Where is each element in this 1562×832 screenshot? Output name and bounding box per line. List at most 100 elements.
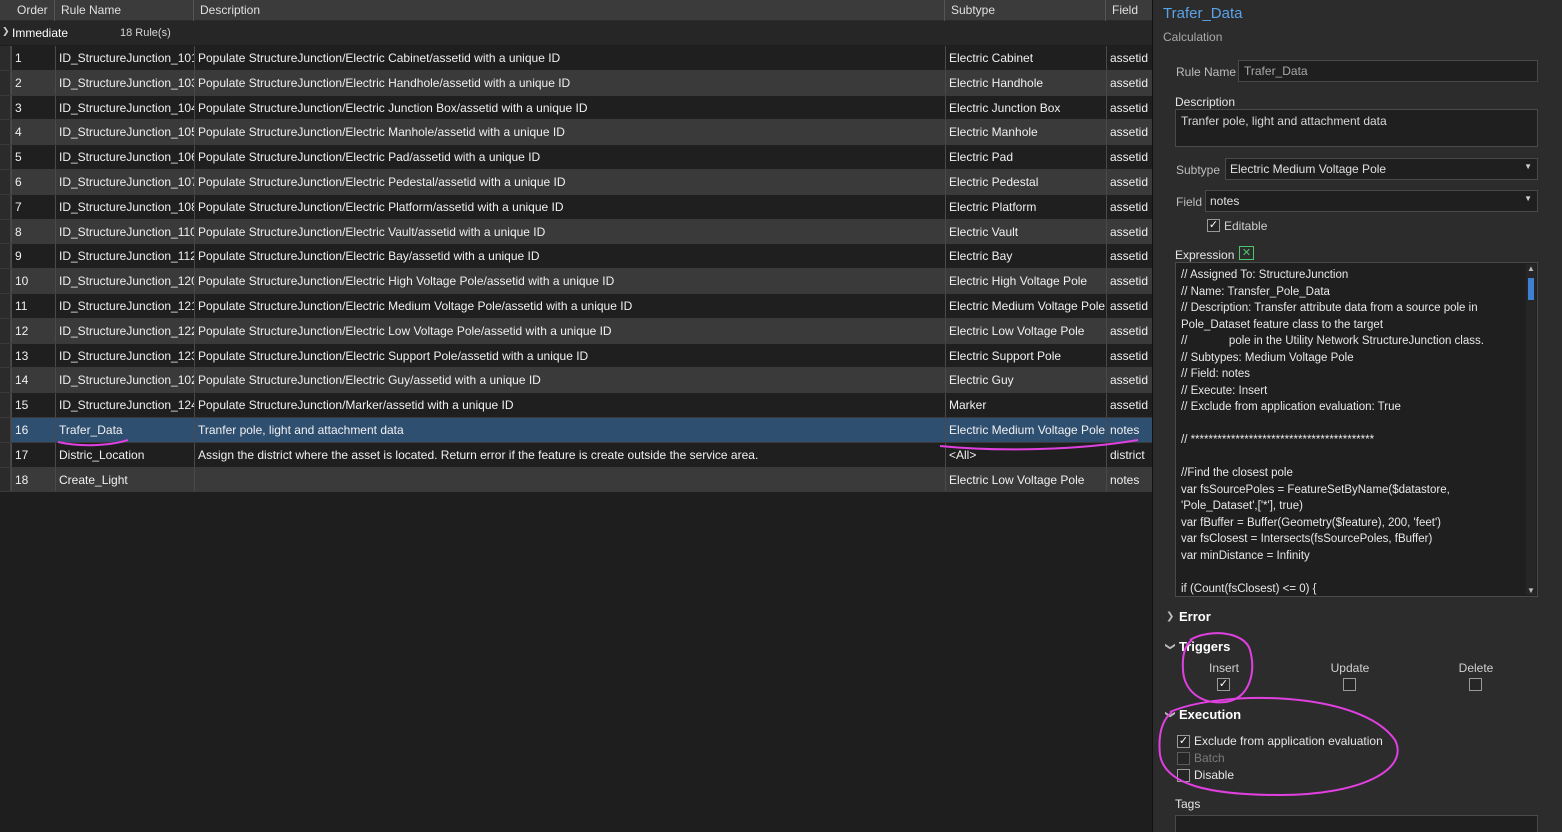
cell-subtype: Electric Low Voltage Pole [945,318,1106,343]
expression-scrollbar[interactable]: ▲ ▼ [1526,264,1536,595]
trigger-update-checkbox[interactable] [1343,678,1356,691]
table-row[interactable]: 5 ID_StructureJunction_106 Populate Struct… [0,145,1152,170]
cell-rule-name: ID_StructureJunction_103 [55,70,194,95]
subtype-label: Subtype [1176,163,1221,177]
row-selector[interactable] [0,169,11,194]
editable-label: Editable [1224,219,1268,233]
disable-checkbox[interactable] [1177,769,1190,782]
scroll-down-icon[interactable]: ▼ [1527,586,1535,595]
chevron-down-icon[interactable]: ❯ [1165,642,1176,650]
row-selector[interactable] [0,368,11,393]
column-header-description[interactable]: Description [194,0,945,21]
table-row[interactable]: 16 Trafer_Data Tranfer pole, light and att… [0,417,1152,443]
execution-section-header[interactable]: Execution [1179,707,1241,722]
table-row[interactable]: 15 ID_StructureJunction_124 Populate Struc… [0,393,1152,418]
field-dropdown[interactable]: notes ▼ [1205,190,1538,212]
cell-order: 6 [11,169,55,194]
table-row[interactable]: 10 ID_StructureJunction_120 Populate Struc… [0,269,1152,294]
arcade-expression-icon[interactable]: ✕ [1239,246,1254,260]
cell-field: assetid [1106,368,1152,393]
chevron-right-icon[interactable]: ❯ [1166,611,1174,622]
row-selector[interactable] [0,318,11,343]
cell-order: 12 [11,318,55,343]
subtype-dropdown[interactable]: Electric Medium Voltage Pole ▼ [1225,158,1538,180]
chevron-down-icon[interactable]: ❯ [2,26,10,37]
exclude-from-evaluation-checkbox[interactable]: ✓ [1177,735,1190,748]
cell-description: Populate StructureJunction/Electric High… [194,269,945,293]
cell-field: assetid [1106,269,1152,293]
triggers-section-header[interactable]: Triggers [1179,639,1230,654]
cell-field: assetid [1106,343,1152,368]
tags-input[interactable] [1175,815,1538,832]
group-count: 18 Rule(s) [120,27,171,39]
cell-description: Populate StructureJunction/Electric Medi… [194,293,945,318]
cell-field: assetid [1106,318,1152,343]
chevron-down-icon[interactable]: ❯ [1165,710,1176,718]
column-header-rule-name[interactable]: Rule Name [55,0,194,21]
table-row[interactable]: 6 ID_StructureJunction_107 Populate Struct… [0,169,1152,195]
row-selector[interactable] [0,269,11,293]
cell-description: Populate StructureJunction/Electric Hand… [194,70,945,95]
table-row[interactable]: 14 ID_StructureJunction_102 Populate Struc… [0,368,1152,394]
rule-name-input[interactable]: Trafer_Data [1238,60,1538,82]
table-row[interactable]: 17 Distric_Location Assign the district wh… [0,442,1152,468]
row-selector[interactable] [0,95,11,120]
table-header: Order Rule Name Description Subtype Fiel… [0,0,1152,21]
row-selector[interactable] [0,467,11,492]
cell-order: 9 [11,244,55,269]
row-selector[interactable] [0,46,11,70]
table-row[interactable]: 8 ID_StructureJunction_110 Populate Struct… [0,219,1152,245]
cell-rule-name: ID_StructureJunction_123 [55,343,194,368]
row-selector[interactable] [0,219,11,244]
row-selector[interactable] [0,442,11,467]
row-selector[interactable] [0,393,11,417]
table-row[interactable]: 12 ID_StructureJunction_122 Populate Struc… [0,318,1152,344]
cell-field: assetid [1106,95,1152,120]
cell-rule-name: ID_StructureJunction_101 [55,46,194,70]
table-row[interactable]: 18 Create_Light Electric Low Voltage Pole n… [0,467,1152,493]
table-row[interactable]: 2 ID_StructureJunction_103 Populate Struct… [0,70,1152,96]
cell-description: Populate StructureJunction/Electric Plat… [194,194,945,219]
group-row-immediate[interactable]: ❯ Immediate 18 Rule(s) [0,21,1152,45]
column-header-order[interactable]: Order [11,0,55,21]
row-selector[interactable] [0,70,11,95]
trigger-delete-checkbox[interactable] [1469,678,1482,691]
cell-order: 2 [11,70,55,95]
editable-checkbox[interactable]: ✓ [1207,219,1220,232]
scrollbar-thumb[interactable] [1528,278,1534,300]
table-row[interactable]: 4 ID_StructureJunction_105 Populate Struct… [0,120,1152,146]
cell-order: 5 [11,145,55,169]
table-row[interactable]: 3 ID_StructureJunction_104 Populate Struct… [0,95,1152,121]
table-row[interactable]: 11 ID_StructureJunction_121 Populate Struc… [0,293,1152,319]
cell-rule-name: Trafer_Data [55,417,194,442]
description-input[interactable]: Tranfer pole, light and attachment data [1175,109,1538,147]
row-selector[interactable] [0,343,11,368]
cell-field: assetid [1106,169,1152,194]
cell-order: 13 [11,343,55,368]
column-header-subtype[interactable]: Subtype [945,0,1106,21]
table-row[interactable]: 1 ID_StructureJunction_101 Populate Struct… [0,46,1152,71]
row-selector[interactable] [0,145,11,169]
row-selector[interactable] [0,293,11,318]
scroll-up-icon[interactable]: ▲ [1527,264,1535,273]
row-selector[interactable] [0,244,11,269]
error-section-header[interactable]: Error [1179,609,1211,624]
trigger-insert-checkbox[interactable]: ✓ [1217,678,1230,691]
cell-subtype: Electric Guy [945,368,1106,393]
cell-order: 18 [11,467,55,492]
row-selector[interactable] [0,417,11,442]
row-selector[interactable] [0,120,11,145]
cell-description: Populate StructureJunction/Electric Vaul… [194,219,945,244]
expression-editor[interactable]: // Assigned To: StructureJunction // Nam… [1175,262,1538,597]
cell-description [194,467,945,492]
cell-subtype: Electric Medium Voltage Pole [945,293,1106,318]
table-row[interactable]: 13 ID_StructureJunction_123 Populate Struc… [0,343,1152,369]
cell-field: assetid [1106,293,1152,318]
dropdown-arrow-icon: ▼ [1524,194,1532,203]
table-row[interactable]: 7 ID_StructureJunction_108 Populate Struct… [0,194,1152,220]
cell-field: assetid [1106,194,1152,219]
row-selector[interactable] [0,194,11,219]
column-header-field[interactable]: Field [1106,0,1152,21]
table-row[interactable]: 9 ID_StructureJunction_112 Populate Struct… [0,244,1152,270]
expression-code[interactable]: // Assigned To: StructureJunction // Nam… [1181,267,1526,596]
